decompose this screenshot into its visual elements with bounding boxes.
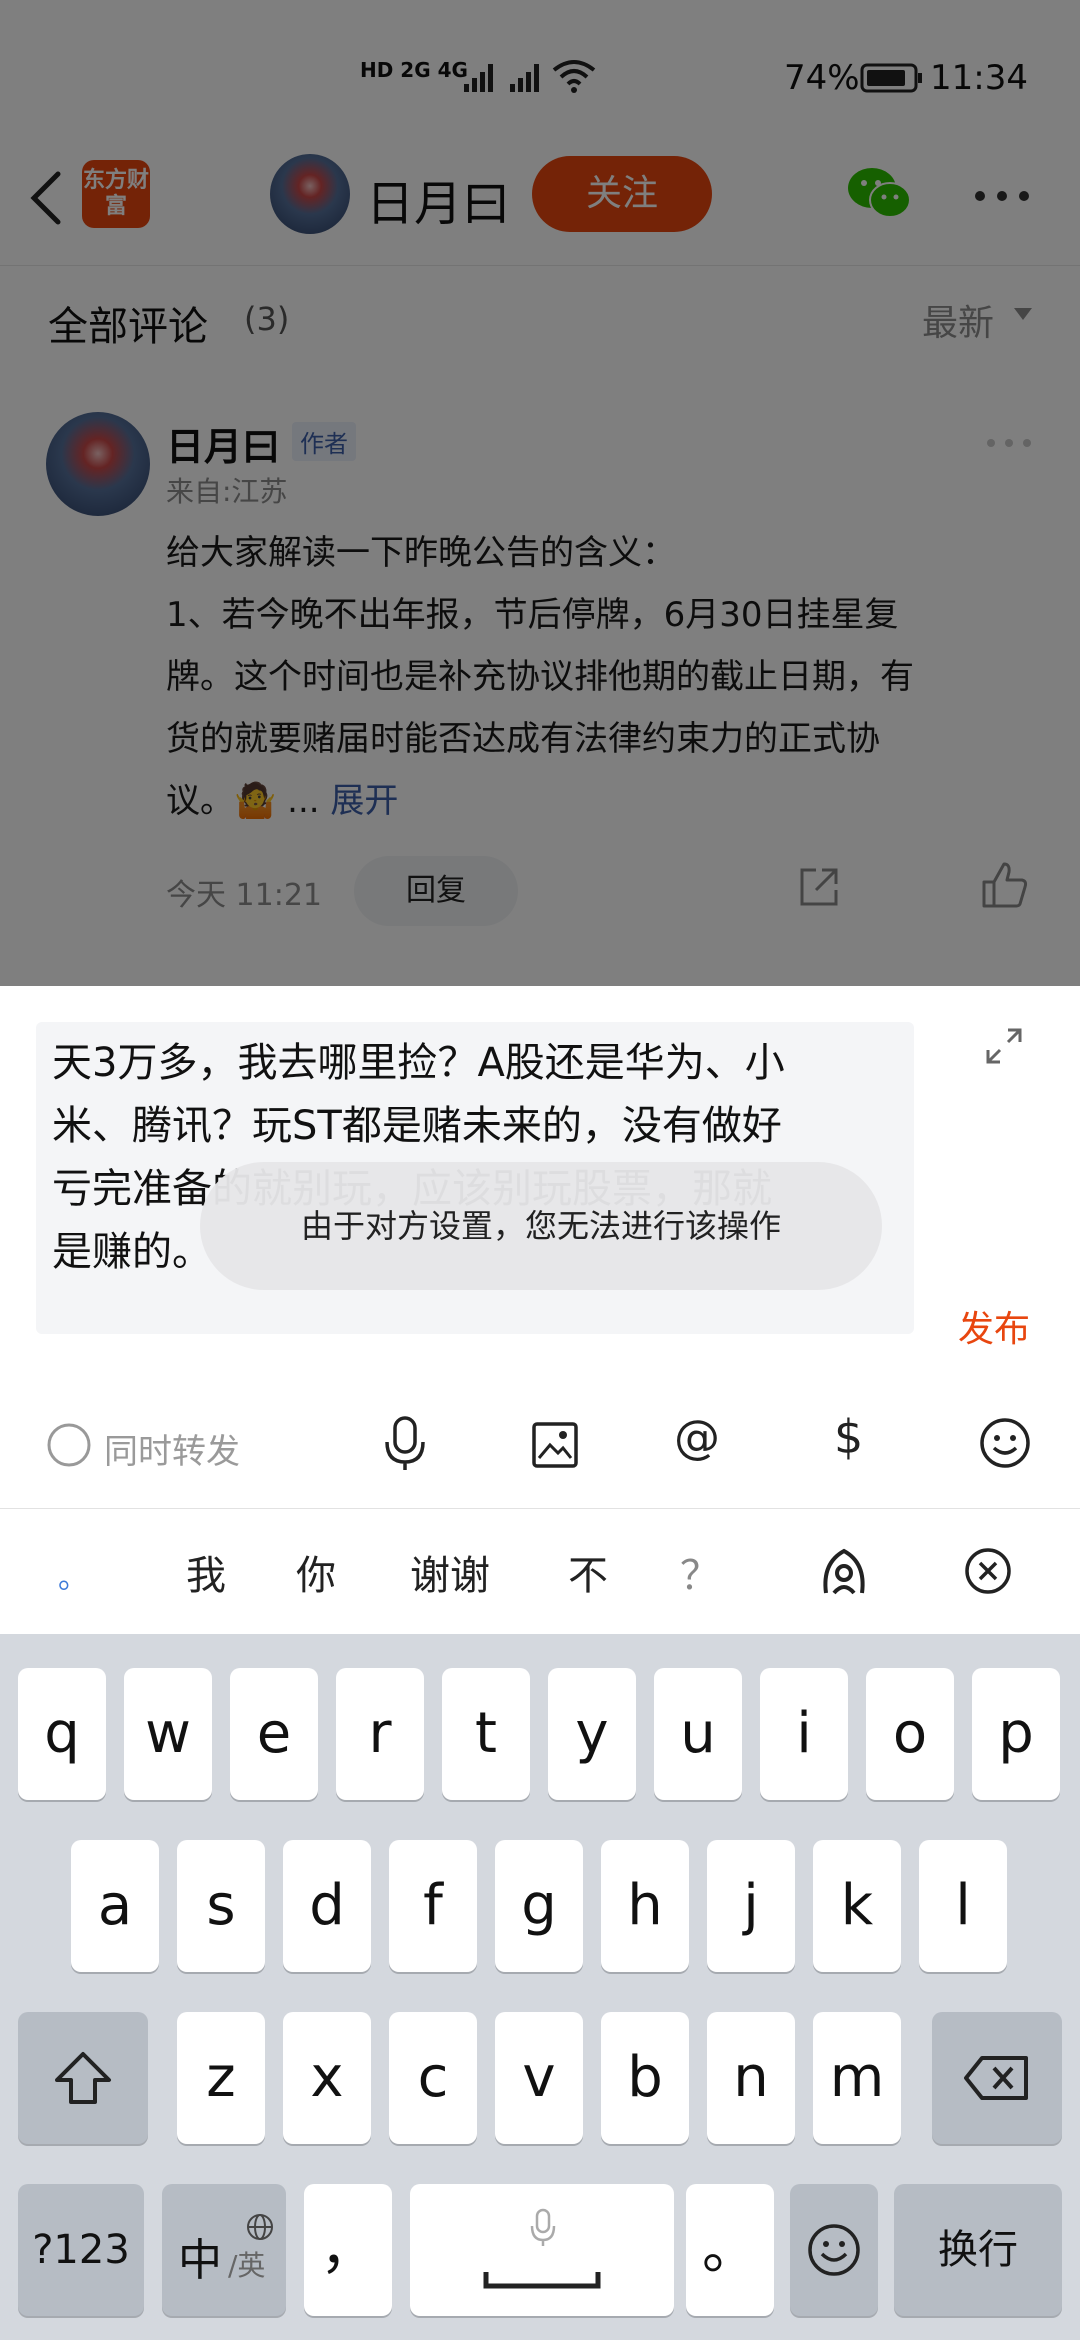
key-x[interactable]: x — [283, 2012, 371, 2144]
period-key[interactable]: 。 — [686, 2184, 774, 2316]
emoji-icon[interactable] — [978, 1416, 1032, 1474]
key-b[interactable]: b — [601, 2012, 689, 2144]
voice-input-icon — [530, 2208, 556, 2246]
repost-label[interactable]: 同时转发 — [104, 1424, 240, 1473]
key-a[interactable]: a — [71, 1840, 159, 1972]
key-u[interactable]: u — [654, 1668, 742, 1800]
candidate-item[interactable]: 我 — [186, 1543, 226, 1601]
mention-icon[interactable]: @ — [674, 1410, 720, 1464]
publish-button[interactable]: 发布 — [958, 1300, 1030, 1352]
expand-editor-icon[interactable] — [984, 1026, 1024, 1070]
toast-message: 由于对方设置，您无法进行该操作 — [200, 1162, 882, 1290]
repost-checkbox-icon[interactable] — [46, 1422, 92, 1472]
key-q[interactable]: q — [18, 1668, 106, 1800]
keyboard: q w e r t y u i o p a s d f g h j k l z … — [0, 1634, 1080, 2340]
candidate-bar: 。 我 你 谢谢 不 ？ — [0, 1508, 1080, 1635]
comma-key[interactable]: ， — [304, 2184, 392, 2316]
candidate-item[interactable]: 。 — [58, 1553, 88, 1597]
key-i[interactable]: i — [760, 1668, 848, 1800]
lang-main-label: 中 — [178, 2235, 222, 2286]
compose-line: 天3万多，我去哪里捡？A股还是华为、小 — [52, 1040, 785, 1086]
numbers-key[interactable]: ?123 — [18, 2184, 144, 2316]
key-t[interactable]: t — [442, 1668, 530, 1800]
dollar-icon[interactable]: $ — [834, 1410, 863, 1464]
modal-dim-overlay[interactable] — [0, 0, 1080, 986]
backspace-key[interactable] — [932, 2012, 1062, 2144]
candidate-item[interactable]: 谢谢 — [410, 1543, 490, 1601]
key-y[interactable]: y — [548, 1668, 636, 1800]
backspace-icon — [964, 2056, 1028, 2100]
keyboard-emoji-icon — [808, 2224, 860, 2276]
space-key[interactable] — [410, 2184, 674, 2316]
key-w[interactable]: w — [124, 1668, 212, 1800]
key-v[interactable]: v — [495, 2012, 583, 2144]
keyboard-logo-icon[interactable] — [816, 1543, 872, 1603]
key-c[interactable]: c — [389, 2012, 477, 2144]
key-m[interactable]: m — [813, 2012, 901, 2144]
shift-icon — [55, 2052, 111, 2104]
key-p[interactable]: p — [972, 1668, 1060, 1800]
key-k[interactable]: k — [813, 1840, 901, 1972]
candidate-item[interactable]: ？ — [680, 1543, 720, 1601]
microphone-icon[interactable] — [382, 1414, 428, 1478]
key-r[interactable]: r — [336, 1668, 424, 1800]
language-key[interactable]: 中 /英 — [162, 2184, 286, 2316]
clear-icon[interactable] — [964, 1547, 1012, 1599]
key-f[interactable]: f — [389, 1840, 477, 1972]
key-h[interactable]: h — [601, 1840, 689, 1972]
shift-key[interactable] — [18, 2012, 148, 2144]
key-z[interactable]: z — [177, 2012, 265, 2144]
key-l[interactable]: l — [919, 1840, 1007, 1972]
enter-key[interactable]: 换行 — [894, 2184, 1062, 2316]
key-j[interactable]: j — [707, 1840, 795, 1972]
emoji-key[interactable] — [790, 2184, 878, 2316]
key-n[interactable]: n — [707, 2012, 795, 2144]
space-icon — [483, 2272, 601, 2289]
compose-line: 米、腾讯？玩ST都是赌未来的，没有做好 — [52, 1103, 782, 1149]
key-e[interactable]: e — [230, 1668, 318, 1800]
candidate-item[interactable]: 你 — [296, 1543, 336, 1601]
key-d[interactable]: d — [283, 1840, 371, 1972]
candidate-item[interactable]: 不 — [568, 1543, 608, 1601]
image-icon[interactable] — [530, 1420, 580, 1474]
lang-sub-label: /英 — [228, 2249, 266, 2282]
key-s[interactable]: s — [177, 1840, 265, 1972]
key-g[interactable]: g — [495, 1840, 583, 1972]
key-o[interactable]: o — [866, 1668, 954, 1800]
